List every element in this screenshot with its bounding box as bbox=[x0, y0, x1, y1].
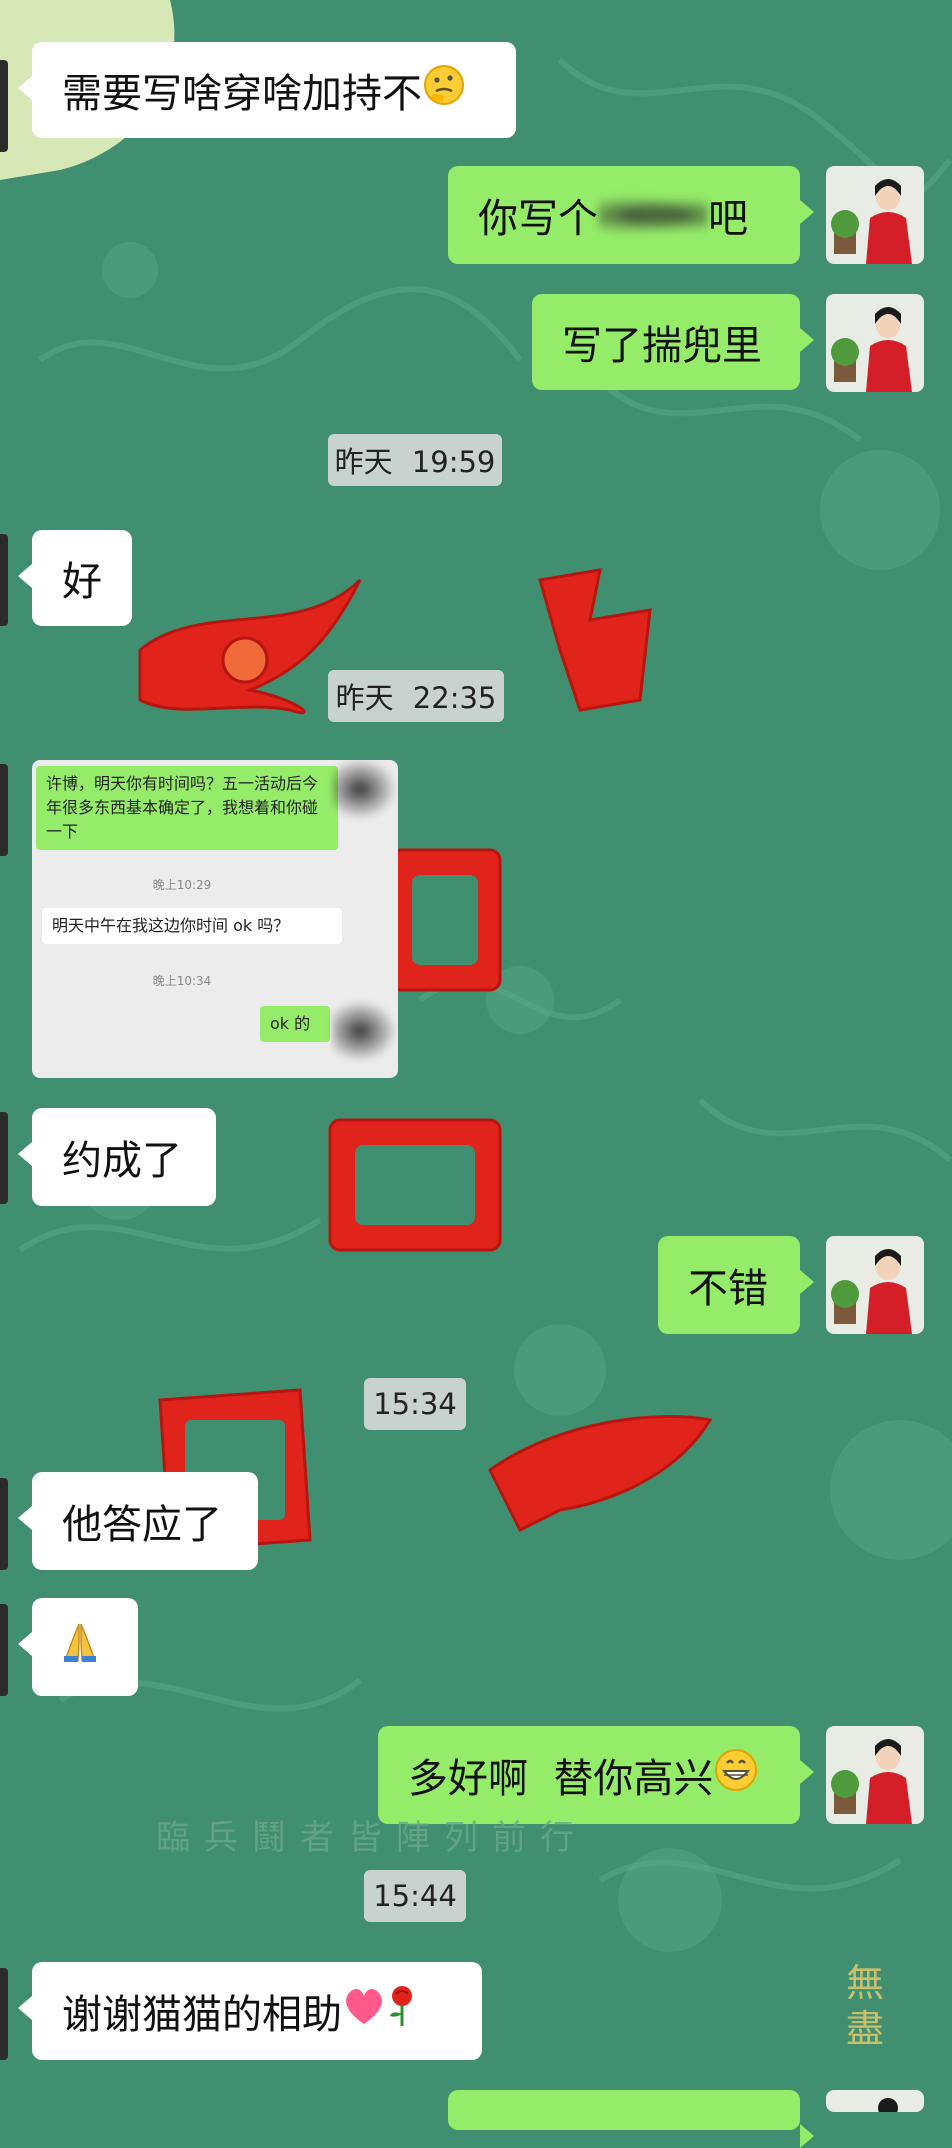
my-avatar[interactable] bbox=[826, 1236, 924, 1334]
rose-icon bbox=[386, 1984, 418, 2038]
message-text: 他答应了 bbox=[62, 1502, 222, 1548]
image-message[interactable]: 许博，明天你有时间吗？五一活动后今年很多东西基本确定了，我想着和你碰一下 晚上1… bbox=[32, 760, 398, 1078]
contact-avatar[interactable] bbox=[0, 1478, 8, 1570]
timestamp: 15:44 bbox=[364, 1870, 466, 1922]
avatar-portrait-icon bbox=[826, 1726, 924, 1824]
message-text: 好 bbox=[62, 559, 102, 605]
outgoing-message[interactable]: 你写个 吧 bbox=[448, 166, 814, 264]
folded-hands-icon bbox=[58, 1620, 102, 1674]
incoming-message[interactable]: 好 bbox=[18, 530, 132, 626]
message-text: 谢谢猫猫的相助 bbox=[62, 1992, 342, 2038]
timestamp: 昨天 19:59 bbox=[328, 434, 502, 486]
incoming-message[interactable]: 约成了 bbox=[18, 1108, 216, 1206]
contact-avatar[interactable] bbox=[0, 1112, 8, 1204]
contact-avatar[interactable] bbox=[0, 1604, 8, 1696]
incoming-message[interactable]: 他答应了 bbox=[18, 1472, 258, 1570]
avatar-portrait-icon bbox=[826, 1236, 924, 1334]
message-text: 不错 bbox=[688, 1266, 768, 1312]
heart-icon bbox=[342, 1986, 386, 2036]
embedded-message: ok 的 bbox=[260, 1006, 330, 1042]
my-avatar[interactable] bbox=[826, 1726, 924, 1824]
contact-avatar[interactable] bbox=[0, 60, 8, 152]
grinning-face-icon bbox=[713, 1747, 759, 1803]
message-text: 写了揣兜里 bbox=[562, 323, 762, 369]
avatar-portrait-icon bbox=[826, 294, 924, 392]
incoming-message[interactable]: 谢谢猫猫的相助 bbox=[18, 1962, 482, 2060]
wallpaper-caption: 臨兵鬪者皆陣列前行 bbox=[156, 1818, 588, 1858]
outgoing-message[interactable]: 不错 bbox=[658, 1236, 814, 1334]
contact-avatar[interactable] bbox=[0, 1968, 8, 2060]
contact-avatar[interactable] bbox=[0, 534, 8, 626]
redacted-text bbox=[598, 192, 708, 238]
incoming-message[interactable] bbox=[18, 1598, 138, 1696]
redacted-avatar bbox=[332, 996, 398, 1066]
my-avatar[interactable] bbox=[826, 294, 924, 392]
avatar-portrait-icon bbox=[826, 166, 924, 264]
contact-avatar[interactable] bbox=[0, 764, 8, 856]
message-text: 你写个 bbox=[478, 196, 598, 242]
outgoing-message[interactable]: 写了揣兜里 bbox=[532, 294, 814, 390]
incoming-message[interactable]: 需要写啥穿啥加持不 bbox=[18, 42, 516, 138]
outgoing-message[interactable] bbox=[448, 2090, 814, 2148]
message-text: 需要写啥穿啥加持不 bbox=[62, 71, 422, 117]
timestamp: 昨天 22:35 bbox=[328, 670, 504, 722]
my-avatar[interactable] bbox=[826, 166, 924, 264]
embedded-message: 许博，明天你有时间吗？五一活动后今年很多东西基本确定了，我想着和你碰一下 bbox=[36, 766, 338, 850]
avatar-portrait-icon bbox=[826, 2090, 924, 2112]
embedded-message: 明天中午在我这边你时间 ok 吗？ bbox=[42, 908, 342, 944]
wallpaper-seal: 無盡 bbox=[846, 1961, 885, 2051]
message-text: 吧 bbox=[708, 196, 748, 242]
message-text: 约成了 bbox=[62, 1138, 182, 1184]
embedded-timestamp: 晚上10:29 bbox=[152, 878, 212, 892]
thinking-face-icon bbox=[422, 63, 466, 117]
redacted-avatar bbox=[332, 760, 398, 824]
my-avatar[interactable] bbox=[826, 2090, 924, 2112]
message-text: 多好啊 替你高兴 bbox=[408, 1756, 714, 1802]
timestamp: 15:34 bbox=[364, 1378, 466, 1430]
embedded-timestamp: 晚上10:34 bbox=[152, 974, 212, 988]
